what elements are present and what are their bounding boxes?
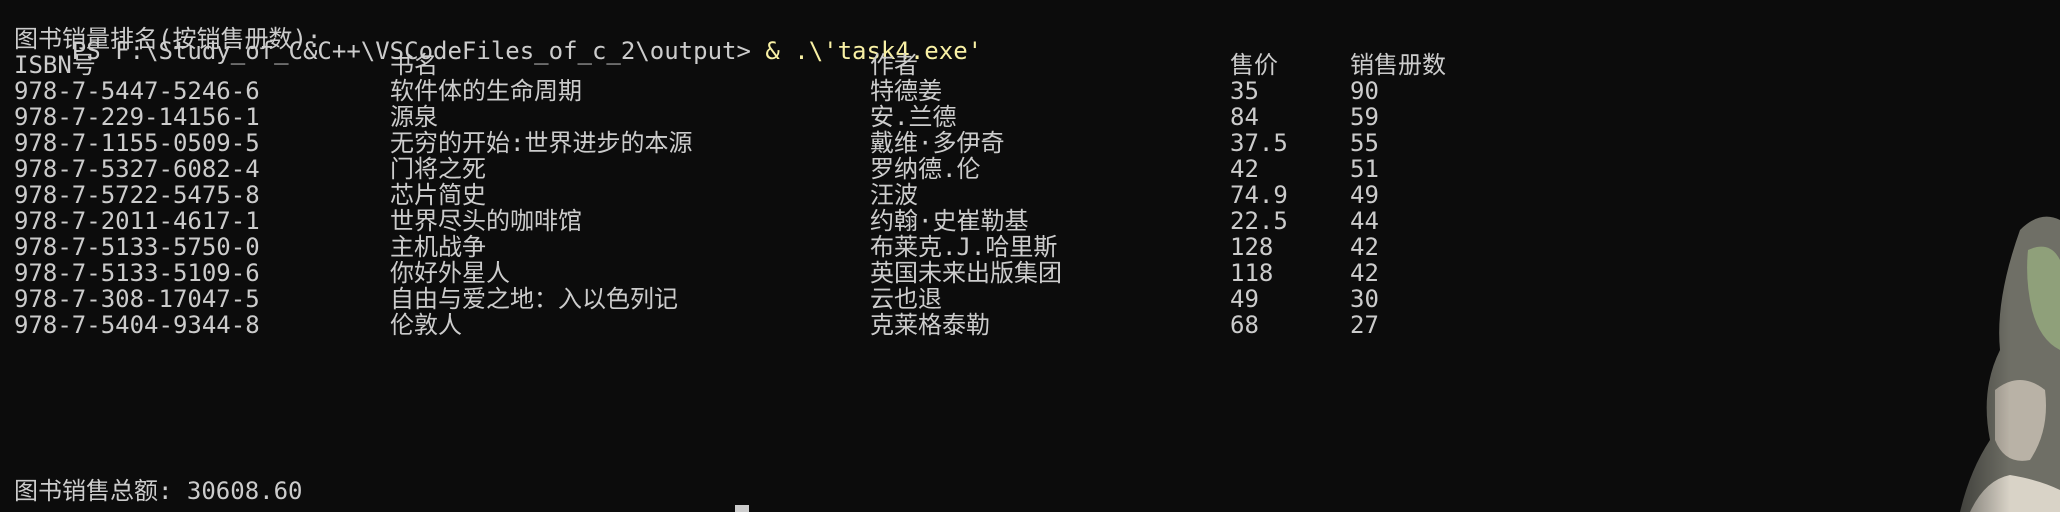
cell-sales: 27	[1350, 311, 1379, 339]
terminal-window[interactable]: PS F:\Study_of_C&C++\VSCodeFiles_of_c_2\…	[0, 0, 2060, 512]
sales-total: 图书销售总额: 30608.60	[14, 477, 303, 505]
cell-author: 克莱格泰勒	[870, 311, 990, 339]
table-row: 978-7-5404-9344-8 伦敦人 克莱格泰勒 68 27	[14, 308, 1379, 342]
cell-isbn: 978-7-5404-9344-8	[14, 311, 260, 339]
wallpaper-character-image	[1900, 190, 2060, 512]
cell-title: 伦敦人	[390, 311, 462, 339]
cell-price: 68	[1230, 311, 1259, 339]
text-cursor	[735, 505, 749, 512]
